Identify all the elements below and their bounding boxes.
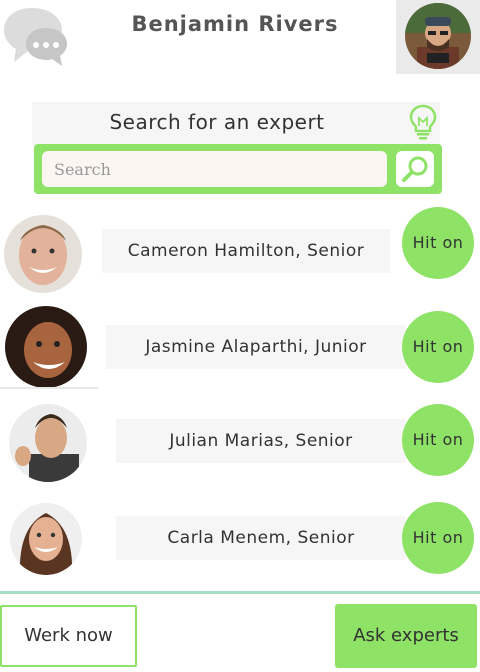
search-banner: Search for an expert [32, 102, 440, 146]
lightbulb-icon [408, 104, 438, 140]
footer-divider [0, 591, 480, 594]
expert-avatar[interactable] [9, 404, 87, 482]
expert-name: Julian Marias, Senior [116, 419, 406, 463]
search-input[interactable] [42, 151, 387, 187]
hit-on-button[interactable]: Hit on [402, 404, 474, 476]
hit-on-button[interactable]: Hit on [402, 207, 474, 279]
werk-now-button[interactable]: Werk now [0, 605, 137, 667]
magnifier-icon [402, 156, 428, 182]
expert-name: Jasmine Alaparthi, Junior [106, 325, 406, 369]
hit-on-button[interactable]: Hit on [402, 311, 474, 383]
hit-on-button[interactable]: Hit on [402, 502, 474, 574]
expert-avatar[interactable] [4, 215, 82, 293]
chat-bubbles-icon[interactable] [2, 4, 68, 66]
expert-avatar[interactable] [5, 306, 87, 388]
expert-name: Carla Menem, Senior [116, 516, 406, 560]
ask-experts-button[interactable]: Ask experts [335, 604, 477, 668]
profile-panel[interactable] [396, 0, 480, 74]
search-banner-label: Search for an expert [109, 110, 325, 134]
expert-name: Cameron Hamilton, Senior [102, 229, 390, 273]
page-title: Benjamin Rivers [131, 12, 339, 36]
search-bar [34, 144, 442, 194]
search-button[interactable] [396, 151, 434, 187]
user-avatar[interactable] [405, 3, 471, 69]
expert-avatar[interactable] [10, 503, 82, 575]
row-divider [0, 387, 98, 389]
